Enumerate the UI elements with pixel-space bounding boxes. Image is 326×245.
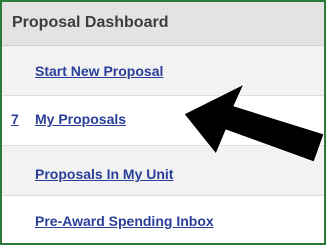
start-new-proposal-link[interactable]: Start New Proposal [35, 63, 163, 79]
list-item-pre-award-spending-inbox: Pre-Award Spending Inbox [2, 196, 324, 243]
list-item-my-proposals: 7 My Proposals [2, 96, 324, 146]
proposal-dashboard-panel: Proposal Dashboard Start New Proposal 7 … [0, 0, 326, 245]
proposals-in-my-unit-link[interactable]: Proposals In My Unit [35, 166, 173, 182]
my-proposals-count-link[interactable]: 7 [11, 111, 19, 127]
panel-header: Proposal Dashboard [2, 2, 324, 46]
my-proposals-link[interactable]: My Proposals [35, 111, 126, 127]
panel-title: Proposal Dashboard [12, 14, 169, 31]
list-item-proposals-in-my-unit: Proposals In My Unit [2, 146, 324, 196]
list-item-start-new-proposal: Start New Proposal [2, 46, 324, 96]
pre-award-spending-inbox-link[interactable]: Pre-Award Spending Inbox [35, 213, 214, 229]
